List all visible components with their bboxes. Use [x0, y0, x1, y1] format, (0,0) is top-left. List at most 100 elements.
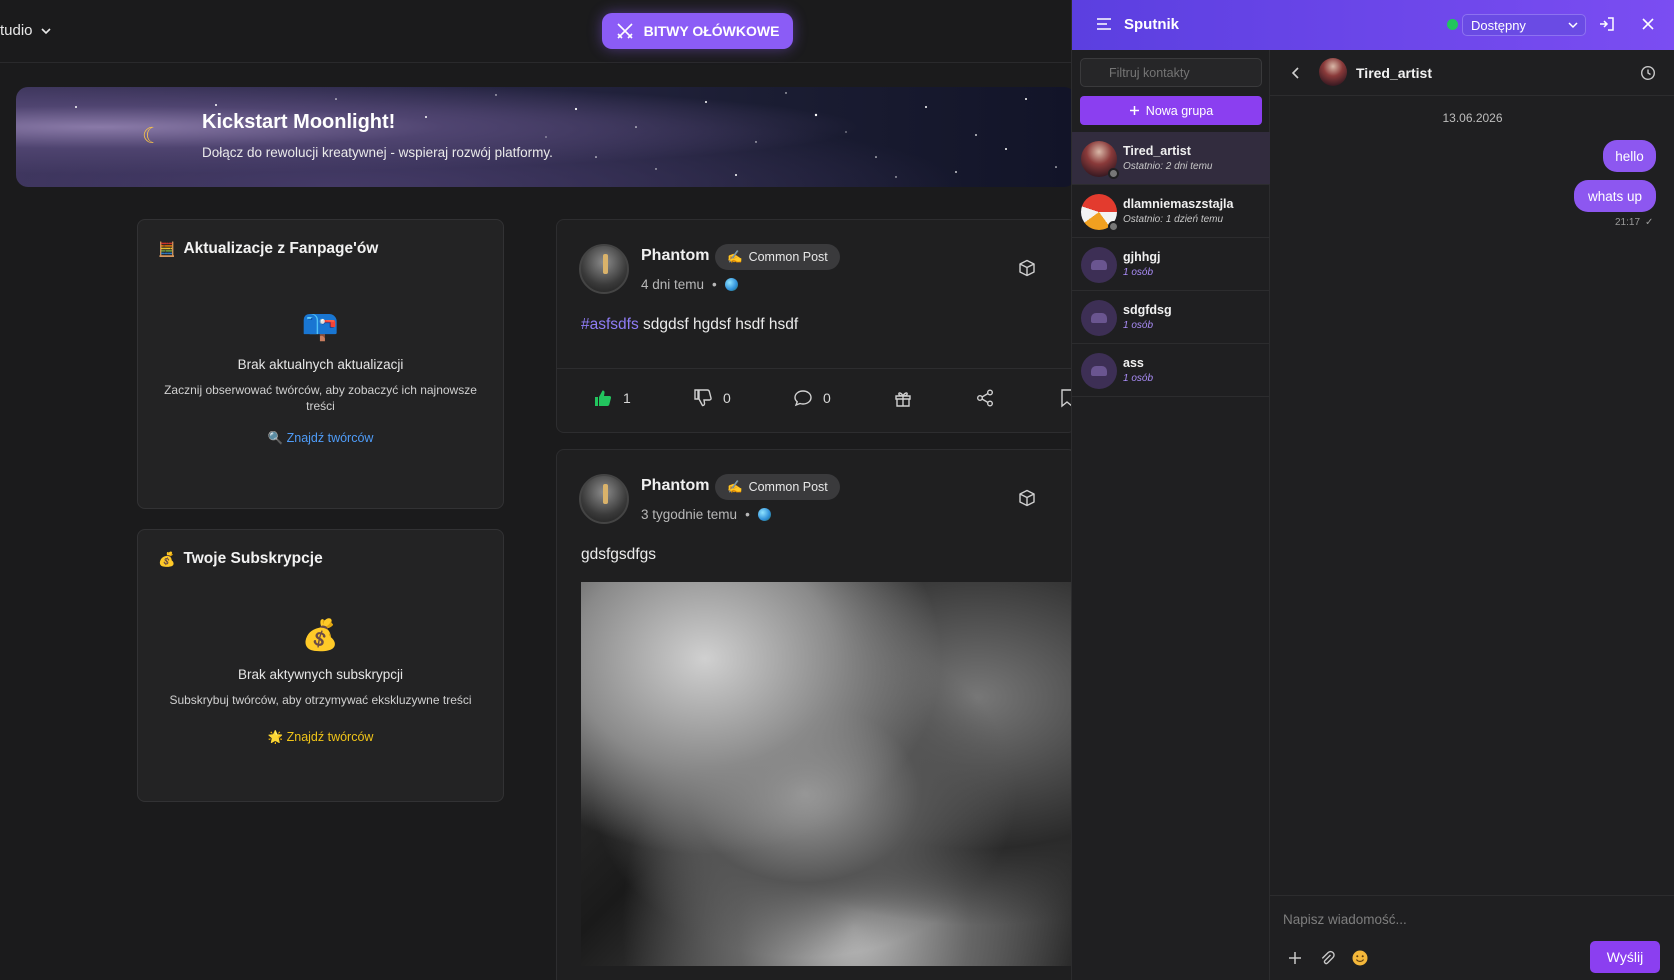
chevron-down-icon: [1568, 22, 1578, 29]
author-avatar[interactable]: [579, 474, 629, 524]
money-bag-large-icon: 💰: [301, 619, 340, 652]
share-icon: [977, 389, 993, 407]
post-type-badge: ✍ Common Post: [715, 244, 840, 270]
studio-menu[interactable]: tudio: [0, 22, 53, 39]
message-composer: Napisz wiadomość... Wyślij: [1270, 895, 1674, 980]
group-avatar-icon: [1081, 353, 1117, 389]
contact-name: dlamniemaszstajla: [1123, 197, 1234, 211]
fanpage-updates-title: Aktualizacje z Fanpage'ów: [183, 240, 379, 257]
group-name: ass: [1123, 356, 1144, 370]
globe-icon: [724, 278, 738, 291]
group-name: gjhhgj: [1123, 250, 1161, 264]
banner-subtitle: Dołącz do rewolucji kreatywnej - wspiera…: [202, 145, 553, 160]
subscriptions-title: Twoje Subskrypcje: [183, 550, 323, 567]
divider: [557, 368, 1075, 369]
find-creators-link-subs[interactable]: 🌟 Znajdź twórców: [138, 730, 503, 745]
comment-icon: [794, 390, 812, 407]
conversation-header: Tired_artist: [1270, 50, 1674, 96]
chat-title: Sputnik: [1124, 16, 1179, 33]
group-item[interactable]: gjhhgj 1 osób: [1072, 238, 1270, 291]
find-creators-link[interactable]: 🔍 Znajdź twórców: [138, 431, 503, 446]
chevron-down-icon: [40, 27, 51, 34]
kickstart-banner[interactable]: ☾ Kickstart Moonlight! Dołącz do rewoluc…: [16, 87, 1076, 187]
cube-icon[interactable]: [1018, 259, 1036, 277]
gift-button[interactable]: [893, 388, 913, 408]
top-bar: tudio BITWY OŁÓWKOWE: [0, 0, 1071, 63]
message-bubble: hello: [1603, 140, 1656, 172]
banner-title: Kickstart Moonlight!: [202, 111, 396, 133]
meta-separator: •: [745, 507, 750, 522]
like-count: 1: [623, 390, 631, 406]
paperclip-icon[interactable]: [1318, 949, 1336, 967]
find-creators-label: Znajdź twórców: [286, 730, 374, 744]
contact-item[interactable]: dlamniemaszstajla Ostatnio: 1 dzień temu: [1072, 185, 1270, 238]
send-button[interactable]: Wyślij: [1590, 941, 1660, 973]
comment-count: 0: [823, 390, 831, 406]
post-hashtag[interactable]: #asfsdfs: [581, 316, 639, 333]
post-image[interactable]: [581, 582, 1075, 966]
chat-header: Sputnik Dostępny: [1072, 0, 1674, 50]
moon-icon: ☾: [142, 123, 162, 148]
contact-last-seen: Ostatnio: 1 dzień temu: [1123, 214, 1224, 225]
post-time: 4 dni temu: [641, 277, 705, 292]
search-icon: 🔍: [267, 431, 284, 445]
status-select[interactable]: Dostępny: [1462, 14, 1586, 36]
dislike-button[interactable]: 0: [693, 388, 731, 408]
post-time: 3 tygodnie temu: [641, 507, 738, 522]
filter-contacts-input[interactable]: [1080, 58, 1262, 87]
contact-item[interactable]: Tired_artist Ostatnio: 2 dni temu: [1072, 132, 1270, 185]
conversation-panel: Tired_artist 13.06.2026 hello whats up 2…: [1270, 50, 1674, 980]
group-name: sdgfdsg: [1123, 303, 1172, 317]
message-input[interactable]: Napisz wiadomość...: [1283, 912, 1407, 927]
new-group-button[interactable]: Nowa grupa: [1080, 96, 1262, 125]
money-bag-icon: 💰: [158, 550, 176, 567]
read-check-icon: ✓: [1645, 217, 1654, 228]
author-avatar[interactable]: [579, 244, 629, 294]
message-timestamp: 21:17 ✓: [1615, 217, 1653, 228]
post-text: gdsfgsdfgs: [581, 546, 656, 563]
conversation-avatar[interactable]: [1319, 58, 1347, 86]
empty-updates-title: Brak aktualnych aktualizacji: [237, 357, 404, 372]
like-button[interactable]: 1: [593, 388, 631, 408]
menu-icon[interactable]: [1096, 16, 1112, 32]
group-member-count: 1 osób: [1123, 267, 1154, 278]
dock-panel-icon[interactable]: [1599, 16, 1615, 32]
crossed-swords-icon: [617, 23, 633, 39]
globe-icon: [757, 508, 771, 521]
share-button[interactable]: [975, 388, 995, 408]
group-avatar-icon: [1081, 247, 1117, 283]
message-bubble: whats up: [1574, 180, 1656, 212]
plus-icon[interactable]: [1286, 949, 1304, 967]
post-author[interactable]: Phantom: [641, 247, 709, 265]
post-meta: 3 tygodnie temu •: [641, 507, 771, 522]
find-creators-label: Znajdź twórców: [286, 431, 374, 445]
empty-subscriptions-title: Brak aktywnych subskrypcji: [237, 667, 404, 682]
writing-hand-icon: ✍: [727, 479, 743, 494]
date-separator: 13.06.2026: [1442, 111, 1503, 125]
comment-button[interactable]: 0: [793, 388, 831, 408]
back-arrow-icon[interactable]: [1289, 66, 1303, 80]
conversation-name[interactable]: Tired_artist: [1356, 65, 1432, 81]
plus-icon: [1129, 106, 1139, 115]
thumbs-down-icon: [694, 389, 712, 407]
writing-hand-icon: ✍: [727, 249, 743, 264]
group-item[interactable]: sdgfdsg 1 osób: [1072, 291, 1270, 344]
group-item[interactable]: ass 1 osób: [1072, 344, 1270, 397]
contacts-list: Nowa grupa Tired_artist Ostatnio: 2 dni …: [1072, 50, 1270, 980]
emoji-icon[interactable]: [1351, 949, 1369, 967]
message-time: 21:17: [1615, 217, 1641, 228]
online-status-dot: [1447, 19, 1458, 30]
post-type-label: Common Post: [748, 250, 828, 264]
post-author[interactable]: Phantom: [641, 477, 709, 495]
pencil-battles-button[interactable]: BITWY OŁÓWKOWE: [602, 13, 793, 49]
close-icon[interactable]: [1640, 16, 1656, 32]
post-content: #asfsdfs sdgdsf hgdsf hsdf hsdf: [581, 316, 798, 334]
history-clock-icon[interactable]: [1640, 65, 1656, 81]
offline-status-dot: [1108, 168, 1119, 179]
empty-subscriptions-description: Subskrybuj twórców, aby otrzymywać ekskl…: [169, 693, 472, 707]
empty-updates-description: Zacznij obserwować twórców, aby zobaczyć…: [164, 383, 477, 413]
group-member-count: 1 osób: [1123, 320, 1154, 331]
status-value: Dostępny: [1471, 17, 1526, 33]
cube-icon[interactable]: [1018, 489, 1036, 507]
post-meta: 4 dni temu •: [641, 277, 738, 292]
